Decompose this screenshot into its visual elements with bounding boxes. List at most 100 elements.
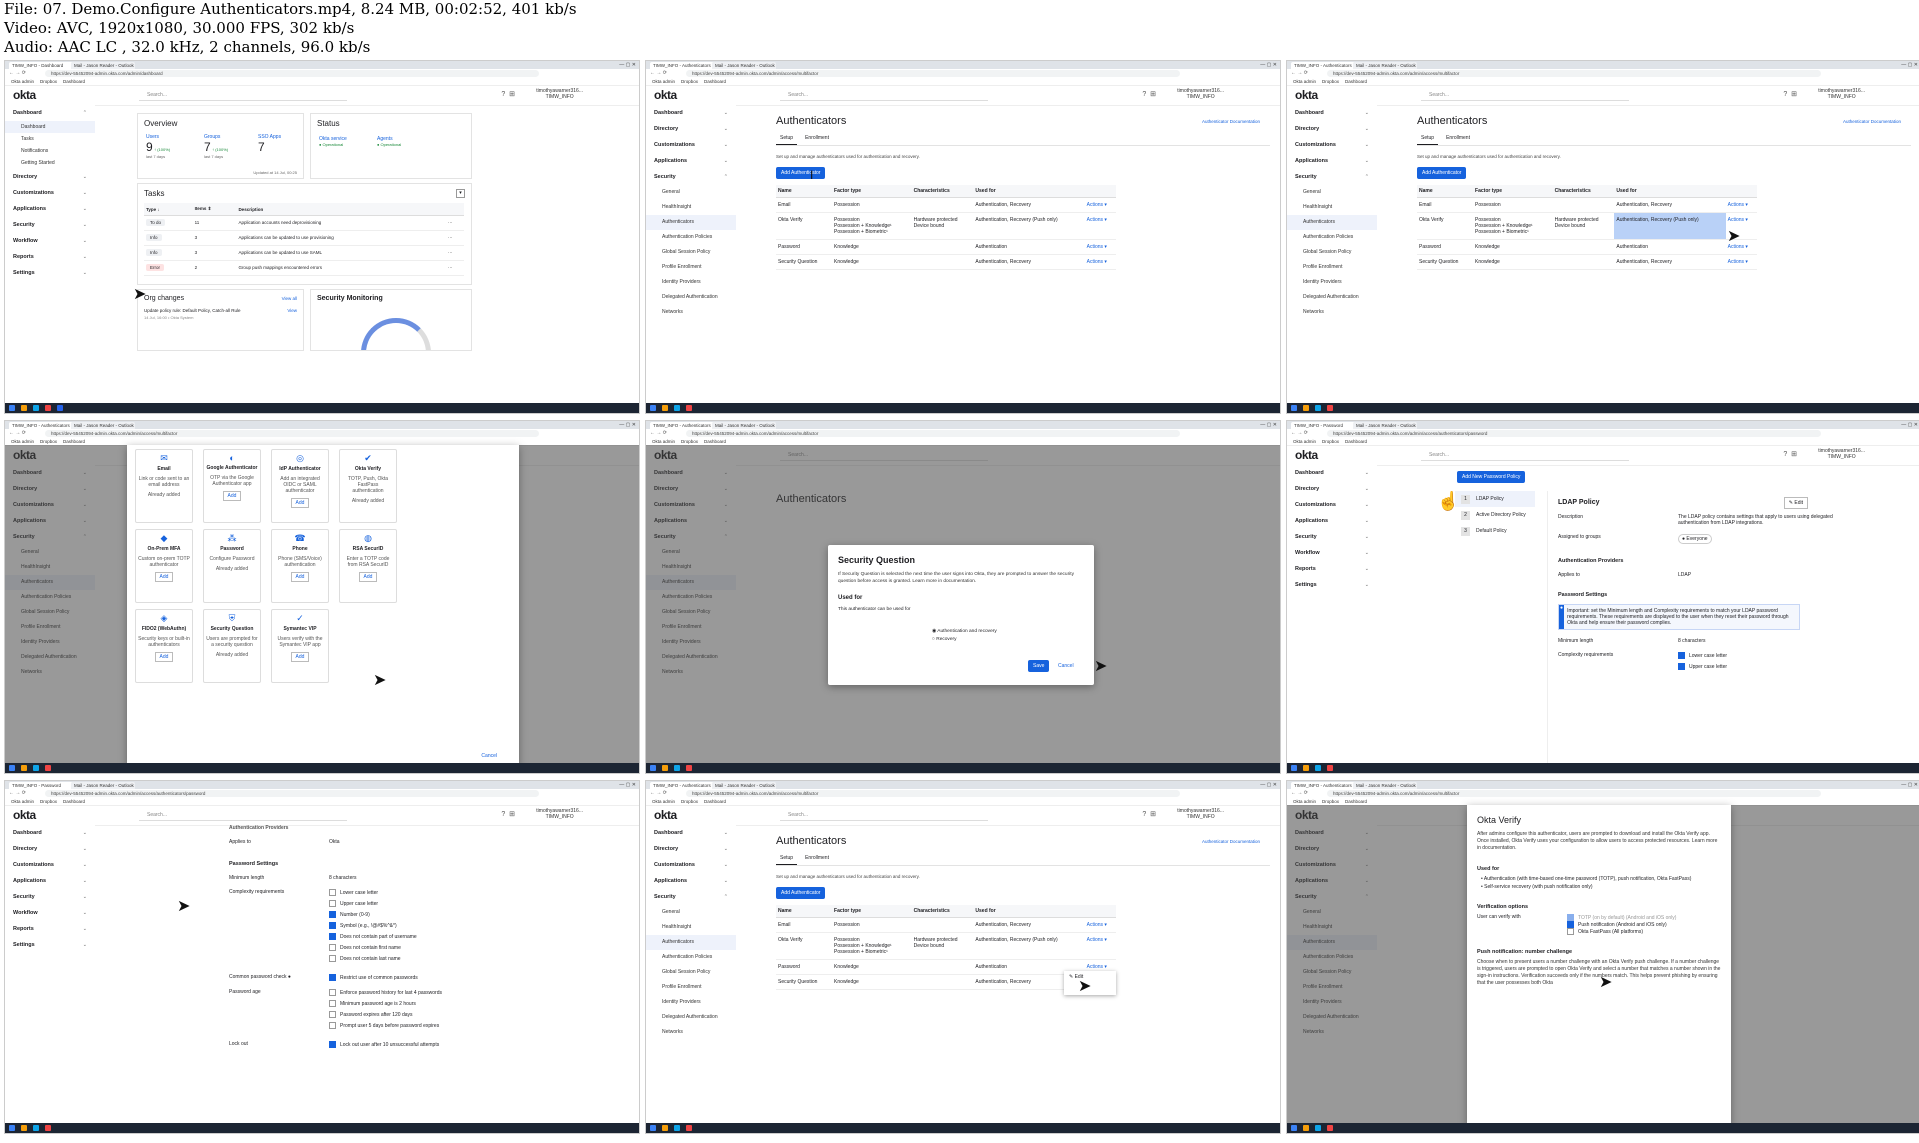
tab-enrollment[interactable]: Enrollment: [1438, 135, 1478, 141]
nav-sub-item[interactable]: Networks: [646, 305, 736, 320]
user-menu[interactable]: timothyawarner316... TIMW_INFO: [1177, 808, 1224, 820]
tab-setup[interactable]: Setup: [776, 855, 798, 865]
checkbox-item[interactable]: Upper case letter: [329, 900, 417, 907]
cancel-link[interactable]: Cancel: [481, 753, 497, 759]
window-controls[interactable]: — ▢ ✕: [619, 422, 636, 428]
browser-tab[interactable]: Mail - Jason Reader - Outlook: [71, 782, 135, 789]
checkbox[interactable]: [329, 933, 336, 940]
more-icon[interactable]: ⋯: [446, 230, 464, 246]
nav-sub-item[interactable]: Identity Providers: [1287, 275, 1377, 290]
actions-dropdown[interactable]: Actions ▾: [1084, 212, 1116, 240]
browser-tab[interactable]: Mail - Jason Reader - Outlook: [712, 62, 776, 69]
okta-logo[interactable]: okta: [1295, 88, 1318, 102]
bookmark[interactable]: Okta admin: [11, 79, 34, 84]
bookmark[interactable]: Dropbox: [681, 799, 698, 804]
nav-sub-dashboard[interactable]: Dashboard: [5, 121, 95, 133]
nav-applications[interactable]: Applications ⌄: [1287, 153, 1377, 169]
okta-logo[interactable]: okta: [1295, 448, 1318, 462]
search-input[interactable]: Search...: [780, 90, 988, 101]
bookmark[interactable]: Dropbox: [681, 439, 698, 444]
bookmark[interactable]: Dashboard: [1345, 799, 1367, 804]
help-apps-icon[interactable]: ? ⊞: [1783, 90, 1797, 98]
table-row[interactable]: Info 3 Applications can be updated to use …: [144, 230, 464, 246]
add-button[interactable]: Add: [358, 572, 378, 582]
actions-dropdown[interactable]: Actions ▾: [1725, 197, 1757, 213]
add-button[interactable]: Add: [222, 491, 242, 501]
radio-auth-recovery[interactable]: ◉ Authentication and recovery: [932, 629, 997, 634]
add-button[interactable]: Add: [154, 652, 174, 662]
nav-arrows-icon[interactable]: ← → ⟳: [650, 70, 667, 76]
nav-sub-item[interactable]: Networks: [1287, 305, 1377, 320]
url-field[interactable]: https://dev-55452094-admin.okta.com/admi…: [45, 430, 539, 437]
policy-item[interactable]: 3 Default Policy: [1455, 523, 1535, 539]
url-field[interactable]: https://dev-55452094-admin.okta.com/admi…: [1327, 430, 1821, 437]
nav-settings[interactable]: Settings ⌄: [5, 265, 95, 281]
nav-dashboard[interactable]: Dashboard ⌄: [1287, 465, 1377, 481]
url-field[interactable]: https://dev-55452094-admin.okta.com/admi…: [45, 790, 539, 797]
col-items[interactable]: Items ⇕: [192, 203, 237, 216]
window-controls[interactable]: — ▢ ✕: [1901, 62, 1918, 68]
okta-logo[interactable]: okta: [13, 808, 36, 822]
nav-directory[interactable]: Directory ⌄: [1287, 121, 1377, 137]
nav-sub-item[interactable]: Authenticators: [1287, 215, 1377, 230]
lock-check[interactable]: Lock out user after 10 unsuccessful atte…: [329, 1041, 439, 1048]
nav-applications[interactable]: Applications ⌄: [1287, 513, 1377, 529]
fastpass-check[interactable]: Okta FastPass (All platforms): [1567, 928, 1676, 935]
help-apps-icon[interactable]: ? ⊞: [1142, 810, 1156, 818]
bookmark[interactable]: Dashboard: [704, 799, 726, 804]
policy-item[interactable]: 2 Active Directory Policy: [1455, 507, 1535, 523]
nav-sub-item[interactable]: Authentication Policies: [646, 230, 736, 245]
nav-sub-item[interactable]: Authentication Policies: [1287, 230, 1377, 245]
user-menu[interactable]: timothyawarner316... TIMW_INFO: [1818, 448, 1865, 460]
browser-tab[interactable]: Mail - Jason Reader - Outlook: [71, 422, 135, 429]
filter-icon[interactable]: ▾: [456, 189, 465, 198]
actions-dropdown[interactable]: Actions ▾: [1084, 932, 1116, 960]
push-check[interactable]: Push notification (Android and iOS only): [1567, 921, 1676, 928]
nav-arrows-icon[interactable]: ← → ⟳: [650, 430, 667, 436]
checkbox-item[interactable]: Does not contain last name: [329, 955, 417, 962]
nav-settings[interactable]: Settings ⌄: [5, 937, 95, 953]
nav-customizations[interactable]: Customizations ⌄: [646, 137, 736, 153]
checkbox-item[interactable]: Enforce password history for last 4 pass…: [329, 989, 442, 996]
nav-dashboard[interactable]: Dashboard ⌄: [646, 825, 736, 841]
browser-tab[interactable]: TIMW_INFO - Authenticators: [1291, 62, 1355, 69]
table-row[interactable]: To do 11 Application accounts need deprovi…: [144, 215, 464, 231]
nav-applications[interactable]: Applications ⌄: [646, 153, 736, 169]
url-field[interactable]: https://dev-55452094-admin.okta.com/admi…: [686, 70, 1180, 77]
tab-setup[interactable]: Setup: [776, 135, 798, 145]
view-all-link[interactable]: View all: [282, 296, 297, 301]
url-field[interactable]: https://dev-55452094-admin.okta.com/admi…: [686, 430, 1180, 437]
col-type[interactable]: Type ↓: [144, 203, 193, 216]
nav-sub-notifications[interactable]: Notifications: [5, 145, 95, 157]
documentation-link[interactable]: Authenticator Documentation: [1843, 119, 1901, 124]
bookmark[interactable]: Dashboard: [1345, 79, 1367, 84]
bookmark[interactable]: Okta admin: [652, 799, 675, 804]
bookmark[interactable]: Dropbox: [1322, 79, 1339, 84]
nav-sub-item[interactable]: HealthInsight: [646, 200, 736, 215]
add-button[interactable]: Add: [290, 572, 310, 582]
table-row[interactable]: Info 3 Applications can be updated to use …: [144, 245, 464, 261]
nav-customizations[interactable]: Customizations ⌄: [1287, 497, 1377, 513]
user-menu[interactable]: timothyawarner316... TIMW_INFO: [1818, 88, 1865, 100]
users-stat[interactable]: Users 9 ↑ (100%) last 7 days: [146, 134, 170, 159]
tab-enrollment[interactable]: Enrollment: [797, 135, 837, 141]
browser-tab[interactable]: TIMW_INFO - Dashboard: [9, 62, 73, 69]
nav-sub-item[interactable]: Authenticators: [646, 935, 736, 950]
upper-check[interactable]: Upper case letter: [1678, 663, 1727, 670]
bookmark[interactable]: Dropbox: [40, 439, 57, 444]
nav-dashboard[interactable]: Dashboard ⌄: [646, 105, 736, 121]
nav-workflow[interactable]: Workflow ⌄: [5, 233, 95, 249]
window-controls[interactable]: — ▢ ✕: [619, 62, 636, 68]
nav-customizations[interactable]: Customizations ⌄: [1287, 137, 1377, 153]
nav-sub-item[interactable]: General: [646, 905, 736, 920]
browser-tab[interactable]: TIMW_INFO - Authenticators: [1291, 782, 1355, 789]
browser-tab[interactable]: TIMW_INFO - Authenticators: [650, 422, 714, 429]
bookmark[interactable]: Dashboard: [63, 799, 85, 804]
checkbox-item[interactable]: Minimum password age is 2 hours: [329, 1000, 442, 1007]
nav-sub-item[interactable]: Profile Enrollment: [1287, 260, 1377, 275]
nav-security[interactable]: Security ⌃: [646, 169, 736, 185]
search-input[interactable]: Search...: [139, 810, 347, 821]
nav-sub-item[interactable]: Delegated Authentication: [646, 1010, 736, 1025]
checkbox[interactable]: [329, 944, 336, 951]
nav-sub-getting-started[interactable]: Getting Started: [5, 157, 95, 169]
